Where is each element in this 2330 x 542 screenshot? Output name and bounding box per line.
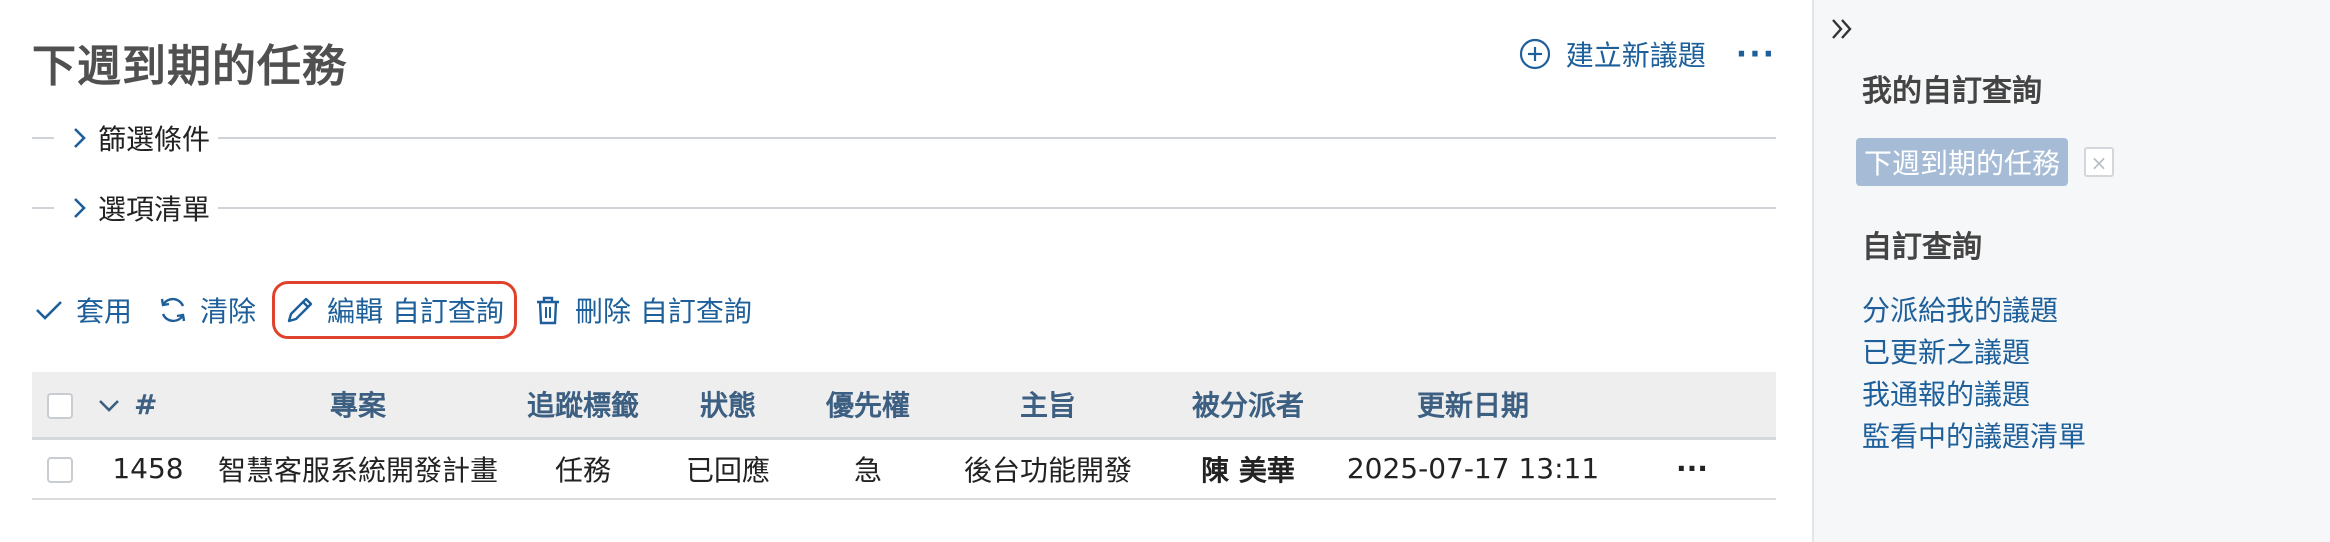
refresh-icon bbox=[160, 297, 186, 323]
current-query-tag[interactable]: 下週到期的任務 bbox=[1856, 138, 2069, 186]
my-queries-heading: 我的自訂查詢 bbox=[1862, 74, 2042, 109]
page-title: 下週到期的任務 bbox=[32, 41, 347, 92]
main-content: 下週到期的任務 建立新議題 ··· 篩選條件 選項清單 套用 清除 編輯 自訂查… bbox=[0, 0, 1812, 542]
column-id-label: # bbox=[134, 387, 158, 421]
apply-label: 套用 bbox=[76, 295, 133, 328]
status-cell: 已回應 bbox=[658, 438, 798, 500]
edit-query-label: 編輯 自訂查詢 bbox=[327, 295, 504, 328]
issue-id-link[interactable]: 1458 bbox=[88, 438, 208, 500]
double-chevron-right-icon[interactable] bbox=[1828, 14, 1858, 44]
column-subject-header[interactable]: 主旨 bbox=[938, 372, 1158, 438]
row-checkbox-cell[interactable] bbox=[32, 438, 88, 500]
query-link-reported-by-me[interactable]: 我通報的議題 bbox=[1862, 374, 2086, 416]
priority-cell: 急 bbox=[798, 438, 938, 500]
fieldset-divider bbox=[218, 207, 1776, 209]
table-header-row: # 專案 追蹤標籤 狀態 優先權 主旨 被分派者 更新日期 bbox=[32, 372, 1776, 438]
new-issue-link[interactable]: 建立新議題 bbox=[1518, 34, 1706, 74]
options-fieldset: 選項清單 bbox=[32, 188, 1776, 228]
clear-button[interactable]: 清除 bbox=[156, 290, 256, 330]
new-issue-label: 建立新議題 bbox=[1565, 39, 1706, 72]
options-toggle[interactable]: 選項清單 bbox=[68, 188, 210, 228]
query-link-updated-issues[interactable]: 已更新之議題 bbox=[1862, 332, 2086, 374]
column-assignee-header[interactable]: 被分派者 bbox=[1158, 372, 1338, 438]
custom-queries-heading: 自訂查詢 bbox=[1862, 230, 1982, 265]
column-status-header[interactable]: 狀態 bbox=[658, 372, 798, 438]
custom-query-list: 分派給我的議題 已更新之議題 我通報的議題 監看中的議題清單 bbox=[1862, 290, 2086, 458]
fieldset-divider bbox=[32, 137, 54, 139]
column-updated-header[interactable]: 更新日期 bbox=[1338, 372, 1608, 438]
saved-query-row: 下週到期的任務 × bbox=[1856, 138, 2115, 186]
pencil-icon bbox=[287, 297, 313, 323]
filters-toggle[interactable]: 篩選條件 bbox=[68, 118, 210, 158]
more-actions-icon[interactable]: ··· bbox=[1736, 37, 1776, 72]
plus-circle-icon bbox=[1519, 38, 1550, 70]
table-row: 1458 智慧客服系統開發計畫 任務 已回應 急 後台功能開發 陳 美華 202… bbox=[32, 438, 1776, 500]
check-icon bbox=[36, 301, 62, 320]
assignee-link[interactable]: 陳 美華 bbox=[1158, 438, 1338, 500]
select-all-checkbox[interactable] bbox=[32, 372, 88, 438]
checkbox[interactable] bbox=[47, 392, 73, 419]
delete-query-label: 刪除 自訂查詢 bbox=[574, 295, 752, 328]
close-icon[interactable]: × bbox=[2084, 147, 2115, 177]
column-priority-header[interactable]: 優先權 bbox=[798, 372, 938, 438]
subject-link[interactable]: 後台功能開發 bbox=[938, 438, 1158, 500]
column-project-header[interactable]: 專案 bbox=[208, 372, 508, 438]
options-label: 選項清單 bbox=[98, 193, 211, 226]
clear-label: 清除 bbox=[200, 295, 257, 328]
fieldset-divider bbox=[218, 137, 1776, 139]
apply-button[interactable]: 套用 bbox=[32, 290, 132, 330]
tracker-cell: 任務 bbox=[508, 438, 658, 500]
column-id-header[interactable]: # bbox=[88, 372, 208, 438]
column-actions-header bbox=[1608, 372, 1776, 438]
filters-label: 篩選條件 bbox=[98, 123, 211, 156]
trash-icon bbox=[536, 296, 559, 325]
query-toolbar: 套用 清除 編輯 自訂查詢 刪除 自訂查詢 bbox=[32, 281, 776, 339]
query-link-watched-issues[interactable]: 監看中的議題清單 bbox=[1862, 416, 2086, 458]
chevron-down-icon[interactable] bbox=[98, 399, 120, 413]
edit-query-button[interactable]: 編輯 自訂查詢 bbox=[272, 281, 517, 339]
row-more-actions-icon[interactable]: ··· bbox=[1608, 438, 1776, 500]
updated-cell: 2025-07-17 13:11 bbox=[1338, 438, 1608, 500]
row-checkbox[interactable] bbox=[47, 457, 73, 483]
project-link[interactable]: 智慧客服系統開發計畫 bbox=[208, 438, 508, 500]
delete-query-button[interactable]: 刪除 自訂查詢 bbox=[531, 290, 752, 330]
column-tracker-header[interactable]: 追蹤標籤 bbox=[508, 372, 658, 438]
chevron-right-icon bbox=[74, 198, 86, 218]
query-link-assigned-to-me[interactable]: 分派給我的議題 bbox=[1862, 290, 2086, 332]
fieldset-divider bbox=[32, 207, 54, 209]
header-actions: 建立新議題 ··· bbox=[1518, 34, 1776, 74]
filters-fieldset: 篩選條件 bbox=[32, 118, 1776, 158]
chevron-right-icon bbox=[74, 128, 86, 148]
issues-table: # 專案 追蹤標籤 狀態 優先權 主旨 被分派者 更新日期 1458 智慧客服系… bbox=[32, 372, 1776, 500]
